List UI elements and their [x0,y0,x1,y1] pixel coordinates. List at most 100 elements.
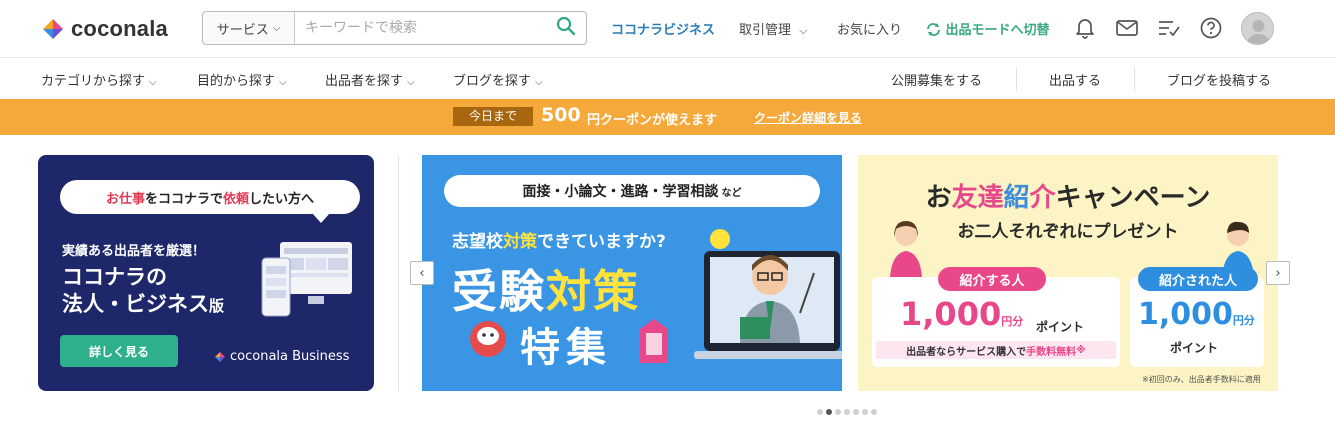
referee-amount: 1,000円分 [1138,297,1255,332]
carousel-dot[interactable] [817,409,823,415]
biz-brand-text: coconala Business [230,349,350,364]
coconala-logo-mark-icon [215,351,225,362]
carousel-prev-button[interactable]: ‹ [410,261,434,285]
subnav-purpose[interactable]: 目的から探す ⌵ [197,70,287,89]
referrer-tag: 紹介する人 [938,267,1046,291]
referrer-note: 出品者ならサービス購入で 手数料無料 ※ [876,341,1116,359]
category-subnav: カテゴリから探す ⌵ 目的から探す ⌵ 出品者を探す ⌵ ブログを探す ⌵ 公開募集をす… [0,59,1335,99]
mail-icon[interactable] [1115,16,1139,40]
search-icon [556,16,576,40]
todo-list-icon[interactable] [1157,16,1181,40]
search-input[interactable] [295,12,546,44]
biz-line3-small: 版 [209,297,225,315]
search-button[interactable] [546,12,586,44]
exam-pill: 面接・小論文・進路・学習相談 など [444,175,820,207]
referral-title-part: キャンペーン [1055,183,1211,213]
biz-bubble-part: お [105,191,119,207]
search-category-select[interactable]: サービス ⌵ [203,12,295,44]
referrer-note-part: 手数料無料 [1026,346,1077,358]
banner-exam-feature[interactable]: 面接・小論文・進路・学習相談 など 志望校対策できていますか? 受験対策 特集 [422,155,842,391]
logo-text: coconala [71,16,168,41]
subnav-sellers-label: 出品者を探す [325,74,404,89]
carousel-dot[interactable] [862,409,868,415]
exam-omamori-icon [636,317,672,371]
global-header: coconala サービス ⌵ ココナラビジネス 取引管理 ⌵ お気に入り 出品… [0,0,1335,58]
exam-pill-text: 面接・小論文・進路・学習相談 [522,184,719,200]
exam-pill-small: など [721,187,742,199]
exam-question: 志望校対策できていますか? [452,227,666,252]
carousel-dot[interactable] [844,409,850,415]
referrer-note-part: 出品者ならサービス購入で [906,346,1027,358]
referral-title: お友達紹介キャンペーン [858,177,1278,214]
biz-bubble-part: 仕事 [118,191,145,207]
subnav-public-request[interactable]: 公開募集をする [891,70,982,89]
exam-q-part: 対策 [503,232,537,252]
biz-line3-main: 法人・ビジネス [62,292,209,316]
nav-deal-manage[interactable]: 取引管理 ⌵ [739,19,808,38]
exam-q-part: できていますか? [537,232,666,252]
subnav-blog[interactable]: ブログを探す ⌵ [453,70,543,89]
referrer-amount-value: 1,000 [900,295,1002,333]
subnav-purpose-label: 目的から探す [197,74,276,89]
referrer-note-part: ※ [1076,344,1086,356]
referee-amount-unit: 円分 [1232,314,1255,327]
biz-devices-illustration [260,240,360,324]
carousel-dot[interactable] [871,409,877,415]
referee-tag: 紹介された人 [1138,267,1258,291]
coupon-detail-link[interactable]: クーポン詳細を見る [754,109,862,126]
subnav-divider [1016,67,1017,91]
chevron-right-icon: › [1275,265,1281,281]
help-icon[interactable] [1199,16,1223,40]
nav-switch-mode-label: 出品モードへ切替 [945,23,1050,38]
banner-friend-referral[interactable]: お友達紹介キャンペーン お二人それぞれにプレゼント 紹介する人 紹介された人 1… [858,155,1278,391]
nav-coconala-business[interactable]: ココナラビジネス [611,19,715,38]
exam-headline-part: 対策 [546,265,641,318]
carousel-dot[interactable] [853,409,859,415]
nav-deal-manage-label: 取引管理 [739,23,792,38]
chevron-left-icon: ‹ [419,265,425,281]
subnav-list-service[interactable]: 出品する [1049,70,1101,89]
subnav-category-label: カテゴリから探す [41,74,146,89]
coconala-logo[interactable]: coconala [41,16,168,42]
biz-line3: 法人・ビジネス版 [62,288,224,318]
referral-title-part: 友達 [951,183,1004,213]
search-bar: サービス ⌵ [202,11,587,45]
notification-bell-icon[interactable] [1073,16,1097,40]
referral-title-part: お [925,183,952,213]
switch-arrows-icon [926,23,946,38]
referral-title-part: 介 [1029,183,1056,213]
chevron-down-icon: ⌵ [149,77,157,88]
search-category-label: サービス [216,22,269,38]
exam-daruma-icon [466,315,510,363]
subnav-blog-label: ブログを探す [453,74,532,89]
user-silhouette-icon [1247,20,1270,44]
nav-switch-mode[interactable]: 出品モードへ切替 [926,19,1050,38]
referral-title-part: 紹 [1003,183,1030,213]
biz-details-button[interactable]: 詳しく見る [60,335,178,367]
carousel-dot[interactable] [835,409,841,415]
coconala-business-brand: coconala Business [214,349,349,364]
carousel-divider [398,155,399,391]
biz-bubble-part: したい方へ [249,191,315,207]
referee-point-label: ポイント [1170,341,1219,355]
chevron-down-icon: ⌵ [279,77,287,88]
banner-coconala-business[interactable]: お仕事 をココナラで 依頼 したい方へ 実績ある出品者を厳選！ ココナラの 法人・ビジ… [38,155,374,391]
subnav-post-blog[interactable]: ブログを投稿する [1167,70,1271,89]
chevron-down-icon: ⌵ [535,77,543,88]
exam-feature-title: 特集 [520,325,612,371]
biz-speech-bubble: お仕事 をココナラで 依頼 したい方へ [60,180,360,223]
carousel-next-button[interactable]: › [1266,261,1290,285]
nav-favorites[interactable]: お気に入り [837,19,902,38]
carousel-dot[interactable] [826,409,832,415]
referrer-amount: 1,000円分 [900,295,1023,333]
subnav-sellers[interactable]: 出品者を探す ⌵ [325,70,415,89]
referral-woman-illustration [886,217,926,281]
coconala-logo-mark-icon [41,17,65,41]
biz-line2: ココナラの [62,265,167,289]
user-avatar[interactable] [1241,12,1274,45]
chevron-down-icon: ⌵ [272,22,281,34]
referee-amount-value: 1,000 [1138,297,1233,332]
subnav-category[interactable]: カテゴリから探す ⌵ [41,70,157,89]
coupon-text: 円クーポンが使えます [587,113,718,128]
chevron-down-icon: ⌵ [799,24,808,37]
